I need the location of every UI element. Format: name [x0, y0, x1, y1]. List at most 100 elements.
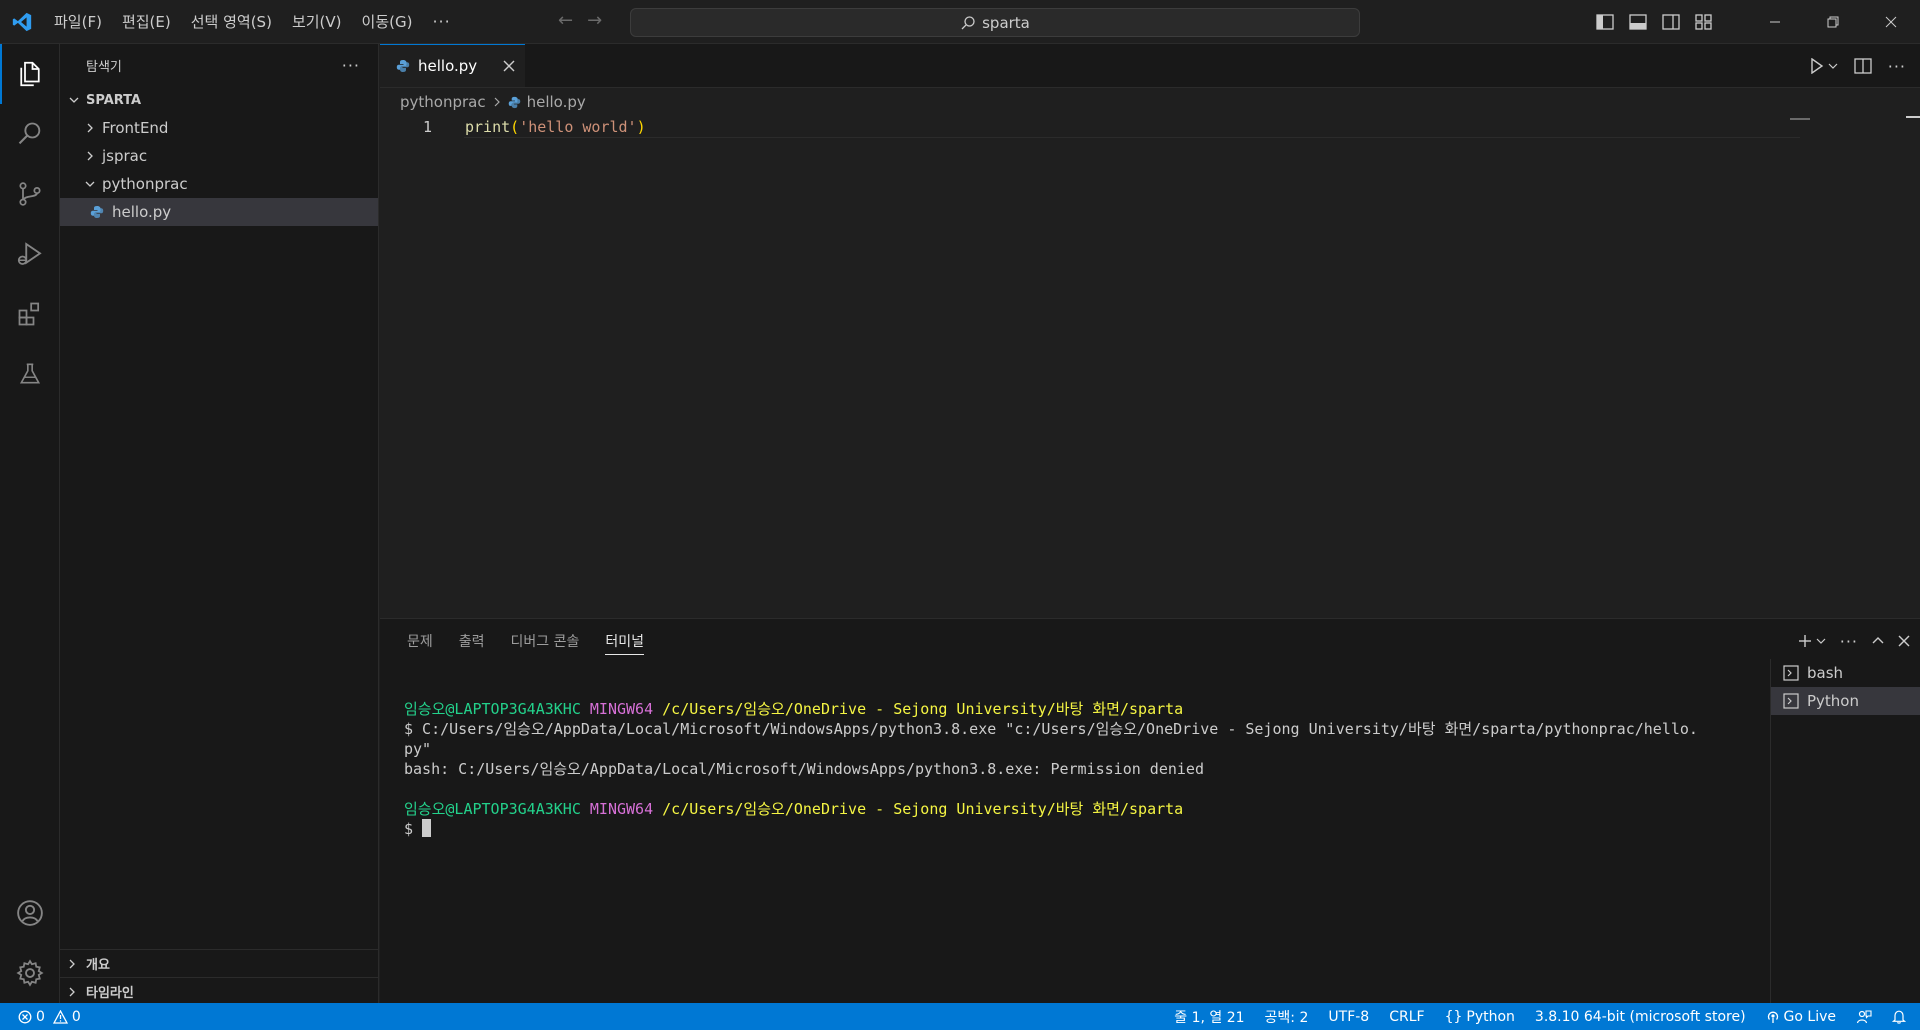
code-string: 'hello world': [519, 118, 637, 136]
prompt-path: /c/Users/임승오/OneDrive - Sejong Universit…: [662, 700, 1184, 718]
language-mode[interactable]: {} Python: [1445, 1009, 1515, 1025]
customize-layout-icon[interactable]: [1687, 0, 1720, 44]
chevron-down-icon: [66, 94, 82, 106]
timeline-section[interactable]: 타임라인: [60, 977, 379, 1005]
go-live-label: Go Live: [1783, 1008, 1836, 1025]
terminal-item-bash[interactable]: bash: [1771, 659, 1920, 687]
prompt-path: /c/Users/임승오/OneDrive - Sejong Universit…: [662, 800, 1184, 818]
braces-icon: {}: [1444, 1008, 1463, 1025]
folder-label: pythonprac: [102, 175, 188, 193]
new-terminal-icon[interactable]: [1798, 634, 1826, 648]
extensions-icon[interactable]: [0, 284, 60, 344]
tree-folder-pythonprac[interactable]: pythonprac: [60, 170, 378, 198]
terminal-list: bash Python: [1770, 659, 1920, 1004]
panel-actions: ···: [1798, 619, 1910, 663]
notifications-bell-icon[interactable]: [1892, 1009, 1906, 1024]
run-python-file-icon[interactable]: [1810, 58, 1838, 74]
chevron-right-icon: [66, 958, 82, 970]
go-live-button[interactable]: Go Live: [1766, 1009, 1836, 1025]
breadcrumb: pythonprac hello.py: [380, 88, 1920, 116]
folder-label: jsprac: [102, 147, 148, 165]
layout-controls: [1588, 0, 1920, 44]
restore-icon[interactable]: [1804, 0, 1862, 44]
indentation[interactable]: 공백: 2: [1265, 1007, 1309, 1027]
tree-folder-jsprac[interactable]: jsprac: [60, 142, 378, 170]
run-debug-icon[interactable]: [0, 224, 60, 284]
python-interpreter[interactable]: 3.8.10 64-bit (microsoft store): [1535, 1009, 1746, 1025]
tab-terminal[interactable]: 터미널: [592, 619, 657, 663]
terminal-output[interactable]: 임승오@LAPTOP3G4A3KHC MINGW64 /c/Users/임승오/…: [404, 699, 1920, 839]
accounts-icon[interactable]: [0, 883, 60, 943]
testing-flask-icon[interactable]: [0, 344, 60, 404]
explorer-icon[interactable]: [0, 44, 60, 104]
line-number: 1: [422, 118, 432, 136]
error-icon: [18, 1010, 32, 1024]
title-bar: 파일(F) 편집(E) 선택 영역(S) 보기(V) 이동(G) ··· ← →…: [0, 0, 1920, 44]
language-label: Python: [1466, 1008, 1515, 1025]
menu-view[interactable]: 보기(V): [282, 7, 352, 37]
explorer-sidebar: 탐색기 ··· SPARTA FrontEnd jsprac pythonpra…: [60, 44, 379, 1003]
prompt-env: MINGW64: [589, 800, 654, 818]
panel-more-icon[interactable]: ···: [1840, 632, 1858, 651]
encoding[interactable]: UTF-8: [1328, 1009, 1369, 1025]
editor-scrollbar[interactable]: [1906, 116, 1920, 118]
terminal-prompt-line: 임승오@LAPTOP3G4A3KHC MINGW64 /c/Users/임승오/…: [404, 799, 1920, 819]
menu-go[interactable]: 이동(G): [352, 7, 423, 37]
menu-selection[interactable]: 선택 영역(S): [181, 7, 282, 37]
tab-hello-py[interactable]: hello.py: [380, 44, 525, 87]
back-arrow-icon[interactable]: ←: [558, 10, 573, 31]
toggle-primary-sidebar-icon[interactable]: [1588, 0, 1621, 44]
forward-arrow-icon[interactable]: →: [587, 10, 602, 31]
breadcrumb-file[interactable]: hello.py: [527, 93, 586, 111]
nav-arrows: ← →: [558, 10, 602, 31]
breadcrumb-folder[interactable]: pythonprac: [400, 93, 486, 111]
minimap[interactable]: [1790, 118, 1810, 120]
close-panel-icon[interactable]: [1898, 635, 1910, 647]
maximize-panel-icon[interactable]: [1872, 635, 1884, 647]
menu-edit[interactable]: 편집(E): [112, 7, 181, 37]
prompt-dollar: $: [404, 820, 414, 838]
terminal-icon: [1783, 693, 1799, 709]
problems-status[interactable]: 0 0: [0, 1009, 81, 1025]
cursor-position[interactable]: 줄 1, 열 21: [1174, 1007, 1244, 1027]
explorer-more-button[interactable]: ···: [342, 56, 360, 75]
bottom-panel: 문제 출력 디버그 콘솔 터미널 ··· 임승오@LAPTOP3G4A3KHC …: [380, 618, 1920, 1004]
code-function: print: [465, 118, 511, 136]
command-center-search[interactable]: sparta: [630, 8, 1360, 37]
terminal-item-python[interactable]: Python: [1771, 687, 1920, 715]
chevron-right-icon: [82, 150, 98, 162]
menu-file[interactable]: 파일(F): [44, 7, 112, 37]
status-bar-right: 줄 1, 열 21 공백: 2 UTF-8 CRLF {} Python 3.8.…: [1174, 1003, 1906, 1030]
tree-file-hello-py[interactable]: hello.py: [60, 198, 378, 226]
python-file-icon: [396, 59, 410, 73]
gear-icon[interactable]: [0, 943, 60, 1003]
workspace-root[interactable]: SPARTA: [60, 86, 378, 114]
chevron-right-icon: [492, 97, 502, 107]
close-tab-icon[interactable]: [503, 57, 515, 76]
search-icon[interactable]: [0, 104, 60, 164]
toggle-secondary-sidebar-icon[interactable]: [1654, 0, 1687, 44]
tree-folder-frontend[interactable]: FrontEnd: [60, 114, 378, 142]
feedback-icon[interactable]: [1856, 1009, 1872, 1025]
menu-more-button[interactable]: ···: [422, 12, 460, 31]
close-window-icon[interactable]: [1862, 0, 1920, 44]
minimize-icon[interactable]: [1746, 0, 1804, 44]
tab-output[interactable]: 출력: [446, 619, 498, 663]
toggle-panel-icon[interactable]: [1621, 0, 1654, 44]
source-control-icon[interactable]: [0, 164, 60, 224]
menu-bar: 파일(F) 편집(E) 선택 영역(S) 보기(V) 이동(G) ···: [44, 0, 461, 44]
code-line[interactable]: 1 print('hello world'): [380, 116, 1920, 138]
tab-problems[interactable]: 문제: [394, 619, 446, 663]
tab-debug-console[interactable]: 디버그 콘솔: [498, 619, 593, 663]
outline-section[interactable]: 개요: [60, 949, 379, 977]
outline-label: 개요: [86, 958, 110, 973]
code-paren-close: ): [636, 118, 646, 136]
explorer-header: 탐색기 ···: [60, 44, 378, 86]
search-icon: [961, 15, 975, 29]
terminal-prompt-line: 임승오@LAPTOP3G4A3KHC MINGW64 /c/Users/임승오/…: [404, 699, 1920, 719]
editor-more-icon[interactable]: ···: [1888, 57, 1906, 76]
line-ending[interactable]: CRLF: [1389, 1009, 1424, 1025]
split-editor-icon[interactable]: [1854, 58, 1872, 74]
terminal-command-line-wrap: py": [404, 740, 432, 758]
